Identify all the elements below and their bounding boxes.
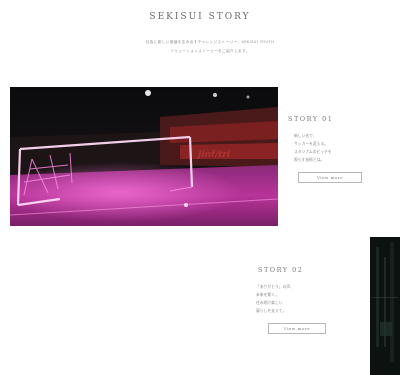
story2-view-more-button[interactable]: View more — [268, 323, 326, 334]
intro-line: ソリューションストーリーをご紹介します。 — [170, 49, 250, 53]
intro-line: 社会に新しい価値を生み出すチャレンジストーリー。SEKISUI YOUTH — [145, 40, 275, 44]
story1-text: 新しい光で、 サッカーを変える。 スタジアムのピッチを 照らす技術とは。 — [294, 132, 400, 164]
story1-view-more-button[interactable]: View more — [298, 172, 362, 183]
story2-text-line: 「ありがとう」の声、 — [256, 284, 294, 289]
story2-heading: STORY 02 — [258, 266, 304, 274]
story2-text-line: 暮らしを支えて。 — [256, 308, 287, 313]
story2-text-line: 住み続け楽しい — [256, 300, 283, 305]
story1-text-line: 新しい光で、 — [294, 133, 317, 138]
story1-text-line: スタジアムのピッチを — [294, 149, 332, 154]
dark-scene-illustration — [370, 237, 400, 375]
story1-text-line: 照らす技術とは。 — [294, 157, 325, 162]
intro-text: 社会に新しい価値を生み出すチャレンジストーリー。SEKISUI YOUTH ソリ… — [110, 38, 310, 56]
story1-panel: STORY 01 新しい光で、 サッカーを変える。 スタジアムのピッチを 照らす… — [288, 115, 400, 183]
story2-text: 「ありがとう」の声、 未来を繋ぐ。 住み続け楽しい 暮らしを支えて。 — [256, 283, 360, 315]
story1-heading: STORY 01 — [288, 115, 334, 123]
stadium-goal-illustration: Jinf/tri — [10, 87, 278, 226]
story2-image[interactable] — [370, 237, 400, 375]
story2-panel: STORY 02 「ありがとう」の声、 未来を繋ぐ。 住み続け楽しい 暮らしを支… — [250, 266, 360, 334]
svg-text:Jinf/tri: Jinf/tri — [196, 150, 231, 160]
page-title: SEKISUI STORY — [149, 12, 251, 22]
story1-text-line: サッカーを変える。 — [294, 141, 329, 146]
story1-image[interactable]: Jinf/tri — [10, 87, 278, 226]
story2-text-line: 未来を繋ぐ。 — [256, 292, 279, 297]
